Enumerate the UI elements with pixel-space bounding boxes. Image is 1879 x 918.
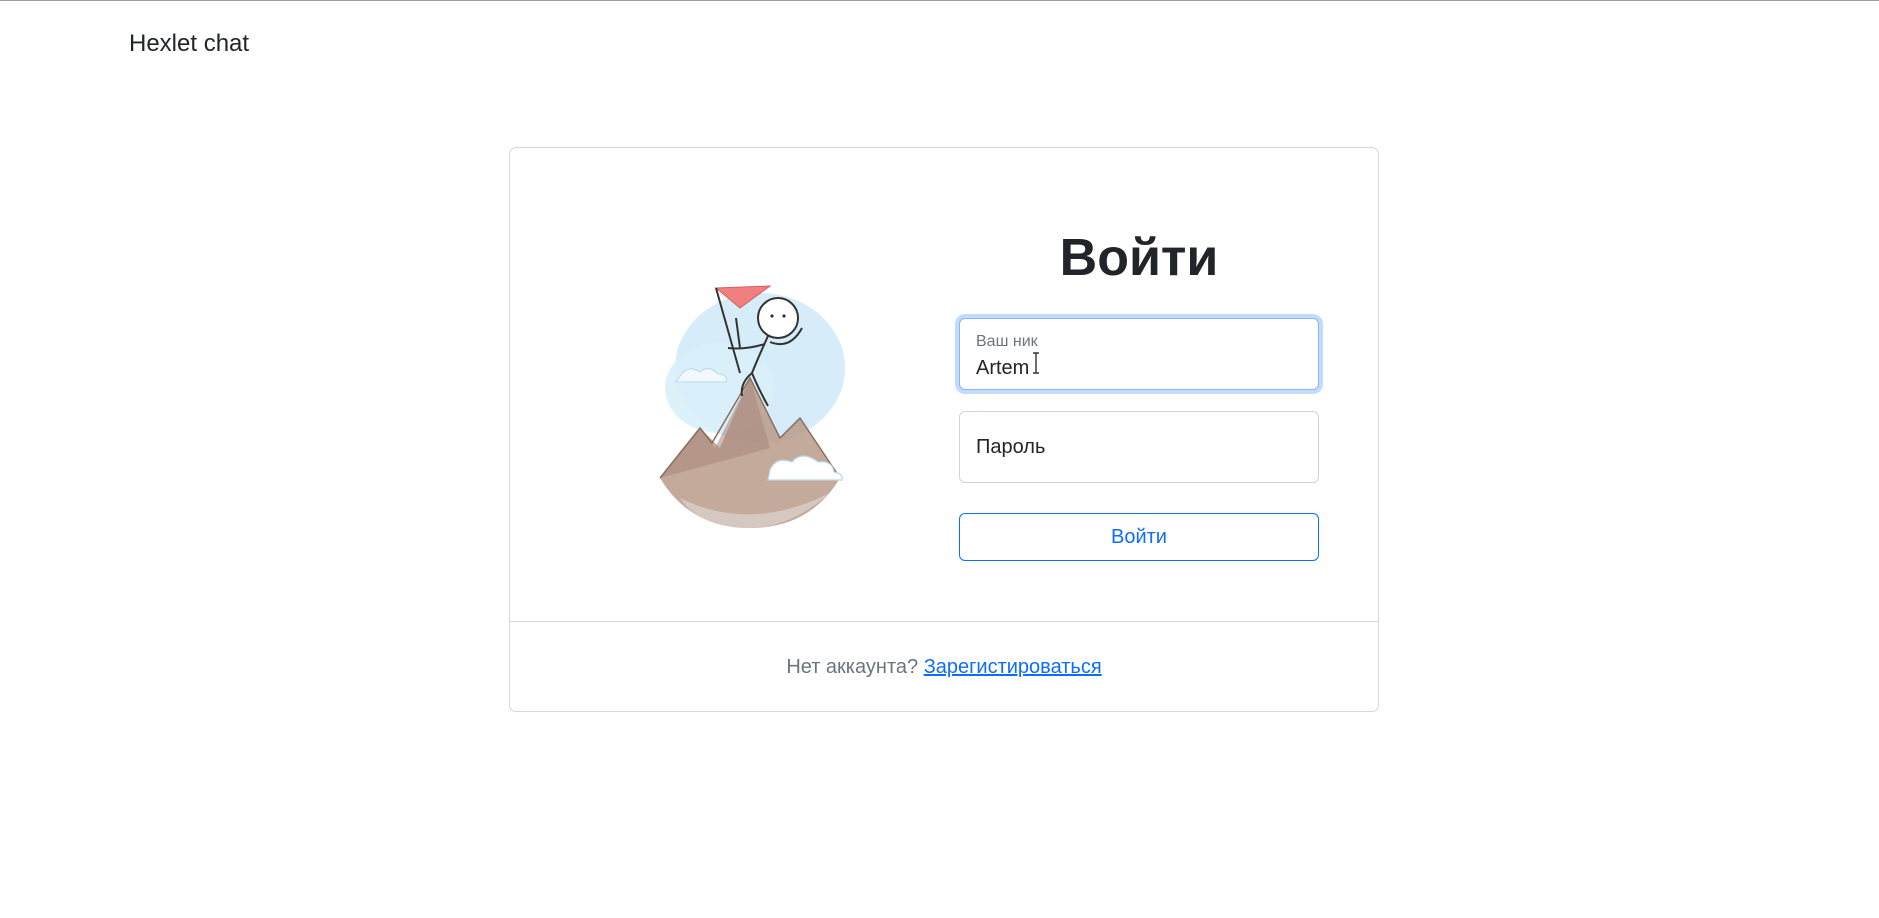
login-card-body: Войти Ваш ник Пароль Войти <box>510 148 1378 621</box>
brand-link[interactable]: Hexlet chat <box>129 29 249 59</box>
no-account-text: Нет аккаунта? <box>786 656 924 678</box>
login-card: Войти Ваш ник Пароль Войти Нет аккаунта?… <box>509 147 1379 712</box>
login-button[interactable]: Войти <box>959 513 1319 561</box>
username-field[interactable]: Ваш ник <box>959 318 1319 390</box>
username-label: Ваш ник <box>976 333 1038 350</box>
mountain-climber-illustration <box>659 285 845 528</box>
register-link[interactable]: Зарегистироваться <box>924 656 1102 678</box>
page-title: Войти <box>1059 229 1219 287</box>
text-cursor-icon <box>1033 352 1039 374</box>
password-input[interactable] <box>976 434 1296 460</box>
password-field[interactable]: Пароль <box>959 411 1319 483</box>
navbar: Hexlet chat <box>0 1 1879 85</box>
login-card-footer: Нет аккаунта? Зарегистироваться <box>510 621 1378 711</box>
username-input[interactable] <box>976 355 1296 381</box>
